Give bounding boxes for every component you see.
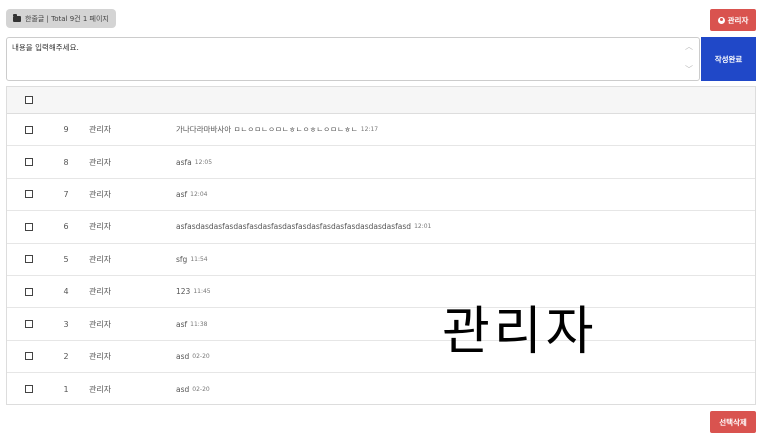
row-checkbox[interactable] <box>25 255 33 264</box>
row-time: 02-20 <box>192 385 210 393</box>
row-time: 12:05 <box>194 158 213 166</box>
scroll-down-icon[interactable]: ﹀ <box>685 66 693 74</box>
top-bar: 한줄글 | Total 9건 1 페이지 관리자 <box>6 9 756 31</box>
row-content: asf 11:38 <box>176 308 207 339</box>
row-time: 11:38 <box>190 320 208 328</box>
scroll-up-icon[interactable]: ︿ <box>685 43 693 51</box>
row-time: 12:17 <box>360 126 379 134</box>
row-number: 5 <box>63 254 69 264</box>
row-checkbox[interactable] <box>25 385 33 394</box>
row-number: 9 <box>63 125 69 135</box>
row-content: asf 12:04 <box>176 179 207 210</box>
row-content-text: 123 <box>176 287 191 297</box>
row-checkbox[interactable] <box>25 352 33 361</box>
row-checkbox[interactable] <box>25 190 33 199</box>
row-writer: 관리자 <box>89 189 112 199</box>
row-content-text: asd <box>176 384 190 394</box>
admin-button-label: 관리자 <box>727 15 749 25</box>
row-content: asfa 12:05 <box>176 146 212 177</box>
row-time: 12:01 <box>414 223 432 231</box>
row-content-text: asd <box>176 351 190 361</box>
row-content: asd 02-20 <box>176 341 210 372</box>
row-number: 8 <box>63 157 69 167</box>
delete-selected-button[interactable]: 선택삭제 <box>710 411 756 433</box>
folder-icon <box>13 13 21 22</box>
row-time: 02-20 <box>192 352 210 360</box>
row-content-text: asf <box>176 189 188 199</box>
row-writer: 관리자 <box>89 157 112 167</box>
table-row: 6 관리자 asfasdasdasfasdasfasdasfasdasfasdasf… <box>7 211 755 244</box>
user-circle-icon <box>717 16 725 24</box>
submit-button[interactable]: 작성완료 <box>701 37 756 81</box>
row-checkbox[interactable] <box>25 125 33 134</box>
row-number: 3 <box>63 319 69 329</box>
row-writer: 관리자 <box>89 125 112 135</box>
row-time: 11:54 <box>190 255 208 263</box>
post-table: 9 관리자 가나다라마바사아 ㅁㄴㅇㅁㄴㅇㅁㄴㅎㄴㅇㅎㄴㅇㅁㄴㅎㄴ 12:17 8 관리자… <box>6 86 756 405</box>
row-writer: 관리자 <box>89 222 112 232</box>
row-writer: 관리자 <box>89 319 112 329</box>
table-row: 1 관리자 asd 02-20 <box>7 373 755 405</box>
table-row: 4 관리자 123 11:45 <box>7 276 755 309</box>
admin-button[interactable]: 관리자 <box>710 9 756 31</box>
row-number: 6 <box>63 222 69 232</box>
select-all-checkbox[interactable] <box>25 96 33 104</box>
table-row: 5 관리자 sfg 11:54 <box>7 244 755 276</box>
board-info-text: 한줄글 | Total 9건 1 페이지 <box>25 14 109 23</box>
row-time: 12:04 <box>190 190 208 198</box>
table-row: 9 관리자 가나다라마바사아 ㅁㄴㅇㅁㄴㅇㅁㄴㅎㄴㅇㅎㄴㅇㅁㄴㅎㄴ 12:17 <box>7 114 755 147</box>
row-number: 1 <box>63 384 69 394</box>
watermark-text: 관리자 <box>442 302 598 362</box>
row-content: 가나다라마바사아 ㅁㄴㅇㅁㄴㅇㅁㄴㅎㄴㅇㅎㄴㅇㅁㄴㅎㄴ 12:17 <box>176 114 378 145</box>
row-number: 4 <box>63 287 69 297</box>
table-row: 3 관리자 asf 11:38 <box>7 308 755 341</box>
row-checkbox[interactable] <box>25 222 33 231</box>
textarea-placeholder: 내용을 입력해주세요. <box>12 43 79 52</box>
row-checkbox[interactable] <box>25 287 33 296</box>
row-writer: 관리자 <box>89 351 112 361</box>
row-checkbox[interactable] <box>25 320 33 329</box>
row-content: sfg 11:54 <box>176 244 208 275</box>
row-number: 2 <box>63 351 69 361</box>
row-content-text: asfa <box>176 157 192 167</box>
row-time: 11:45 <box>193 288 211 296</box>
row-number: 7 <box>63 189 69 199</box>
table-body: 9 관리자 가나다라마바사아 ㅁㄴㅇㅁㄴㅇㅁㄴㅎㄴㅇㅎㄴㅇㅁㄴㅎㄴ 12:17 8 관리자… <box>7 114 755 406</box>
table-row: 2 관리자 asd 02-20 <box>7 341 755 374</box>
row-content-text: asf <box>176 319 188 329</box>
board-info-badge: 한줄글 | Total 9건 1 페이지 <box>6 9 116 28</box>
row-content: asfasdasdasfasdasfasdasfasdasfasdasfasda… <box>176 211 431 242</box>
row-content-text: asfasdasdasfasdasfasdasfasdasfasdasfasda… <box>176 222 412 232</box>
content-textarea[interactable]: 내용을 입력해주세요. ︿ ﹀ <box>6 37 700 81</box>
table-row: 8 관리자 asfa 12:05 <box>7 146 755 179</box>
write-area: 내용을 입력해주세요. ︿ ﹀ 작성완료 <box>6 37 756 81</box>
row-content: 123 11:45 <box>176 276 211 307</box>
row-writer: 관리자 <box>89 287 112 297</box>
table-row: 7 관리자 asf 12:04 <box>7 179 755 212</box>
table-header <box>7 87 755 114</box>
row-writer: 관리자 <box>89 384 112 394</box>
row-writer: 관리자 <box>89 254 112 264</box>
row-content: asd 02-20 <box>176 373 210 405</box>
row-checkbox[interactable] <box>25 158 33 167</box>
row-content-text: sfg <box>176 254 188 264</box>
row-content-text: 가나다라마바사아 ㅁㄴㅇㅁㄴㅇㅁㄴㅎㄴㅇㅎㄴㅇㅁㄴㅎㄴ <box>176 125 358 135</box>
